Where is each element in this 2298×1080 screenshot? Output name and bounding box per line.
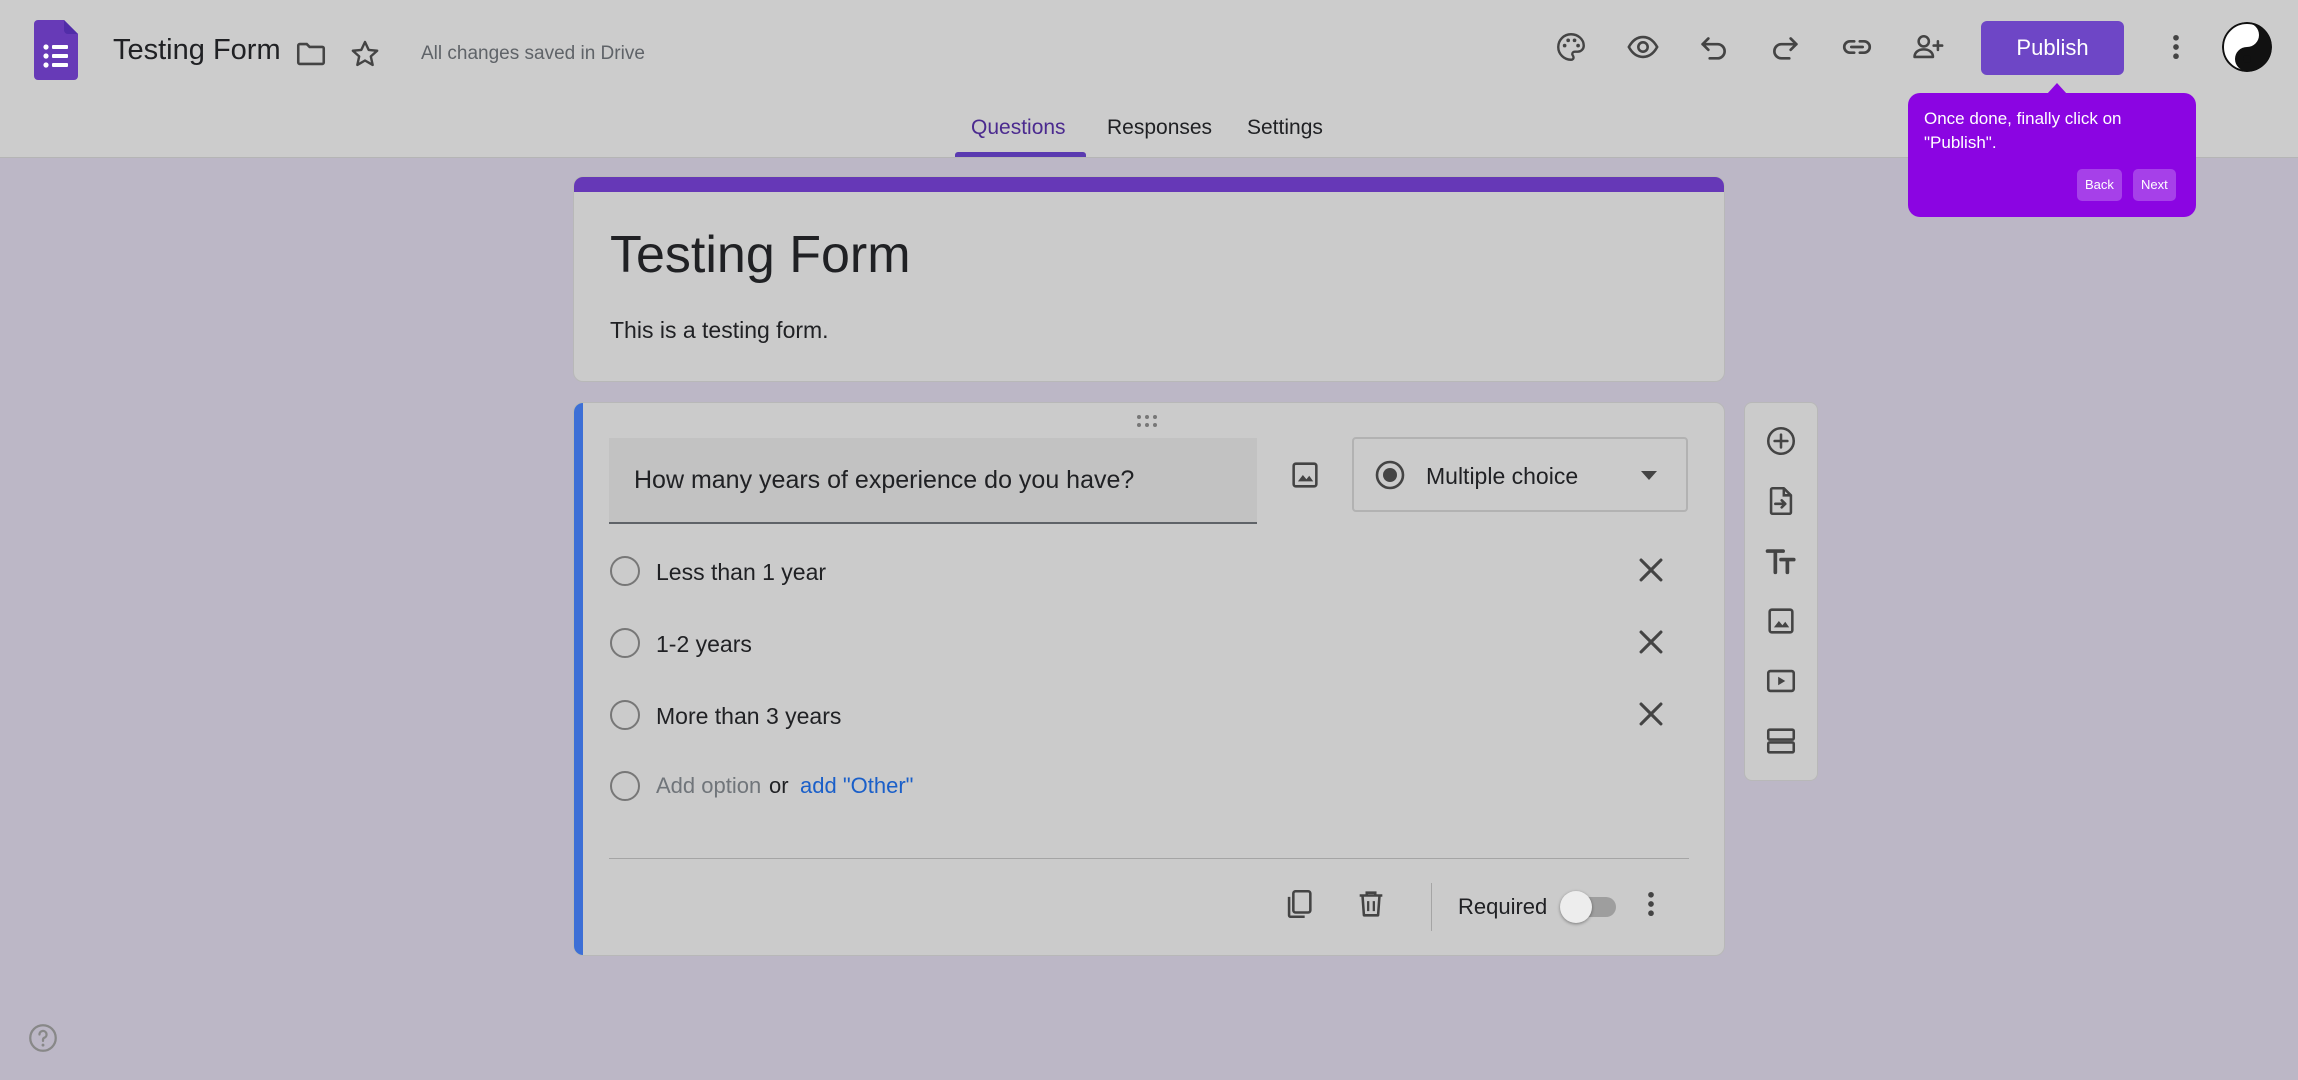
tab-settings[interactable]: Settings — [1247, 116, 1323, 140]
add-video-icon[interactable] — [1753, 653, 1809, 709]
question-type-label: Multiple choice — [1426, 463, 1579, 489]
tab-questions[interactable]: Questions — [971, 116, 1066, 140]
required-label: Required — [1458, 894, 1548, 919]
star-icon[interactable] — [337, 26, 393, 82]
question-more-icon[interactable] — [1623, 876, 1679, 932]
add-person-icon[interactable] — [1900, 19, 1956, 75]
help-icon[interactable] — [26, 1021, 60, 1055]
option-radio — [610, 628, 640, 658]
option-radio — [610, 771, 640, 801]
question-title-input[interactable]: How many years of experience do you have… — [609, 438, 1257, 524]
option-label[interactable]: 1-2 years — [656, 631, 752, 658]
import-questions-icon[interactable] — [1753, 473, 1809, 529]
form-title[interactable]: Testing Form — [610, 225, 911, 285]
folder-icon[interactable] — [283, 26, 339, 82]
chevron-down-icon — [1640, 469, 1658, 487]
form-description[interactable]: This is a testing form. — [610, 317, 829, 344]
undo-icon[interactable] — [1686, 19, 1742, 75]
link-icon[interactable] — [1829, 19, 1885, 75]
tab-responses[interactable]: Responses — [1107, 116, 1212, 140]
add-title-icon[interactable] — [1753, 533, 1809, 589]
active-tab-indicator — [955, 152, 1086, 157]
option-label[interactable]: More than 3 years — [656, 703, 841, 730]
option-label[interactable]: Less than 1 year — [656, 559, 826, 586]
remove-option-icon[interactable] — [1623, 614, 1679, 670]
add-other-link[interactable]: add "Other" — [800, 773, 913, 799]
duplicate-icon[interactable] — [1271, 876, 1327, 932]
publish-button[interactable]: Publish — [1981, 21, 2124, 75]
or-text: or — [769, 773, 789, 798]
avatar[interactable] — [2222, 22, 2272, 72]
remove-option-icon[interactable] — [1623, 542, 1679, 598]
option-radio — [610, 556, 640, 586]
tooltip-next-button[interactable]: Next — [2133, 169, 2176, 201]
add-image-icon[interactable] — [1277, 447, 1333, 503]
saved-status: All changes saved in Drive — [421, 43, 645, 64]
radio-type-icon — [1374, 459, 1406, 496]
active-question-bar — [574, 403, 583, 955]
required-toggle-knob[interactable] — [1560, 891, 1592, 923]
palette-icon[interactable] — [1543, 19, 1599, 75]
redo-icon[interactable] — [1757, 19, 1813, 75]
form-title-accent — [574, 177, 1724, 192]
form-title-card[interactable]: Testing Form This is a testing form. — [573, 176, 1725, 382]
footer-divider — [1431, 883, 1432, 931]
onboarding-tooltip: Once done, finally click on "Publish". B… — [1908, 83, 2196, 217]
delete-icon[interactable] — [1343, 876, 1399, 932]
eye-icon[interactable] — [1615, 19, 1671, 75]
remove-option-icon[interactable] — [1623, 686, 1679, 742]
question-type-select[interactable]: Multiple choice — [1352, 437, 1688, 512]
drag-handle-icon[interactable] — [1136, 414, 1162, 433]
more-vert-icon[interactable] — [2148, 19, 2204, 75]
add-image-icon[interactable] — [1753, 593, 1809, 649]
tooltip-text: Once done, finally click on "Publish". — [1924, 109, 2122, 152]
option-radio — [610, 700, 640, 730]
forms-logo-icon[interactable] — [34, 20, 78, 80]
document-title[interactable]: Testing Form — [113, 34, 281, 67]
tooltip-back-button[interactable]: Back — [2077, 169, 2122, 201]
add-question-icon[interactable] — [1753, 413, 1809, 469]
add-section-icon[interactable] — [1753, 713, 1809, 769]
add-option-input[interactable]: Add option — [656, 773, 761, 799]
card-footer-divider — [609, 858, 1689, 859]
